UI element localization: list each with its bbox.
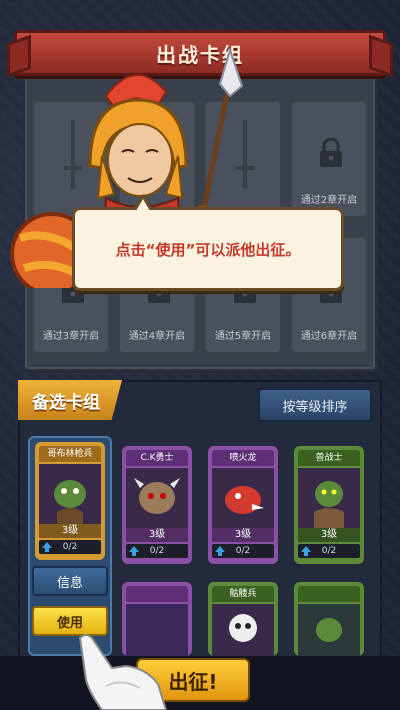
card-progress: 0/2 — [298, 544, 360, 558]
slot-unlock-label: 通过3章开启 — [42, 331, 100, 342]
card-fire-dragon[interactable]: 喷火龙 3级 0/2 — [208, 446, 278, 564]
card-portrait — [298, 468, 360, 528]
card-level: 3级 — [39, 524, 101, 538]
card-portrait — [212, 604, 274, 656]
card-progress-count: 0/2 — [321, 546, 337, 556]
card-level: 3级 — [126, 528, 188, 542]
slot-unlock-label: 通过2章开启 — [300, 195, 358, 206]
card-name: 哥布林枪兵 — [39, 446, 101, 462]
card-name: 骷髅兵 — [212, 586, 274, 602]
deck-slot-locked-4[interactable]: 通过2章开启 — [290, 100, 368, 218]
info-button[interactable]: 信息 — [32, 566, 108, 596]
card-name — [298, 586, 360, 602]
card-ck-warrior[interactable]: C.K勇士 3级 0/2 — [122, 446, 192, 564]
tutorial-tooltip: 点击“使用”可以派他出征。 — [72, 194, 344, 291]
card-portrait — [298, 604, 360, 656]
card-skeleton[interactable]: 骷髅兵 — [208, 582, 278, 656]
card-progress: 0/2 — [212, 544, 274, 558]
card-reserve-7[interactable] — [294, 582, 364, 656]
slot-unlock-label: 通过6章开启 — [300, 331, 358, 342]
card-portrait — [39, 464, 101, 524]
sort-by-level-button[interactable]: 按等级排序 — [258, 388, 372, 422]
card-progress-count: 0/2 — [62, 542, 78, 552]
card-orc-warrior[interactable]: 兽战士 3级 0/2 — [294, 446, 364, 564]
card-level: 3级 — [298, 528, 360, 542]
card-name: 兽战士 — [298, 450, 360, 466]
card-name: C.K勇士 — [126, 450, 188, 466]
card-progress-count: 0/2 — [235, 546, 251, 556]
card-level: 3级 — [212, 528, 274, 542]
slot-unlock-label: 通过5章开启 — [214, 331, 272, 342]
reserve-deck-title: 备选卡组 — [32, 392, 100, 413]
slot-unlock-label: 通过4章开启 — [128, 331, 186, 342]
card-portrait — [126, 468, 188, 528]
tutorial-pointer-hand-icon — [78, 634, 168, 710]
card-progress-count: 0/2 — [149, 546, 165, 556]
card-progress: 0/2 — [126, 544, 188, 558]
card-goblin-spearman[interactable]: 哥布林枪兵 3级 0/2 — [35, 442, 105, 560]
card-name: 喷火龙 — [212, 450, 274, 466]
reserve-deck-tab: 备选卡组 — [18, 380, 122, 420]
tooltip-text: 点击“使用”可以派他出征。 — [115, 240, 301, 259]
card-portrait — [212, 468, 274, 528]
lock-icon — [320, 138, 342, 167]
card-progress: 0/2 — [39, 540, 101, 554]
card-name — [126, 586, 188, 602]
